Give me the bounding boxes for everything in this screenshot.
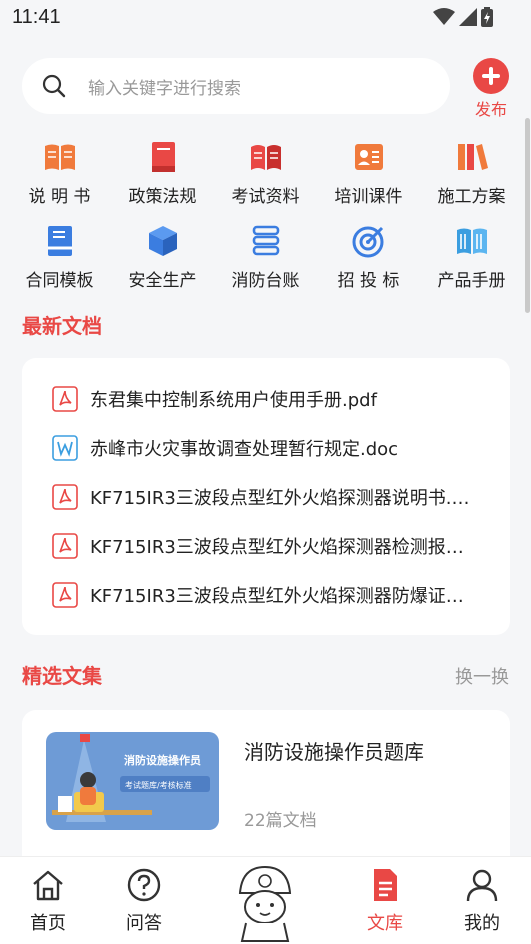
list-item[interactable]: KF715IR3三波段点型红外火焰探测器防爆证书.pdf	[22, 570, 510, 619]
category-exam[interactable]: 考试资料	[214, 140, 317, 207]
doc-name: 赤峰市火灾事故调查处理暂行规定.doc	[90, 438, 399, 460]
books-icon	[457, 144, 488, 170]
id-card-icon	[354, 144, 383, 170]
pdf-file-icon	[52, 483, 78, 510]
latest-docs-title: 最新文档	[22, 314, 102, 338]
thumb-subtitle: 考试题库/考核标准	[125, 780, 192, 790]
book-open-icon	[250, 145, 281, 170]
signal-icon	[459, 8, 477, 26]
question-icon	[127, 868, 161, 902]
featured-title: 精选文集	[22, 664, 102, 688]
battery-icon	[481, 7, 493, 27]
publish-button[interactable]: 发布	[470, 58, 512, 120]
user-icon	[466, 869, 498, 902]
category-manual[interactable]: 说 明 书	[8, 140, 111, 207]
stack-icon	[252, 225, 279, 256]
list-item[interactable]: KF715IR3三波段点型红外火焰探测器说明书.pdf	[22, 472, 510, 521]
search-input[interactable]: 输入关键字进行搜索	[22, 58, 450, 114]
tab-home[interactable]: 首页	[8, 867, 88, 935]
list-item[interactable]: KF715IR3三波段点型红外火焰探测器检测报告.pdf	[22, 521, 510, 570]
switch-button[interactable]: 换一换	[455, 663, 509, 689]
wifi-icon	[433, 8, 455, 25]
latest-docs-card: 东君集中控制系统用户使用手册.pdf 赤峰市火灾事故调查处理暂行规定.doc K…	[22, 358, 510, 635]
category-contract[interactable]: 合同模板	[8, 224, 111, 291]
pdf-file-icon	[52, 385, 78, 412]
word-file-icon	[52, 434, 78, 461]
doc-name: KF715IR3三波段点型红外火焰探测器防爆证书.pdf	[90, 585, 470, 607]
pdf-file-icon	[52, 581, 78, 608]
doc-name: KF715IR3三波段点型红外火焰探测器检测报告.pdf	[90, 536, 470, 558]
mascot-button[interactable]	[232, 863, 298, 943]
search-placeholder: 输入关键字进行搜索	[88, 79, 241, 99]
target-icon	[352, 226, 383, 258]
illustration-image: 消防设施操作员 考试题库/考核标准	[52, 734, 210, 822]
doc-name: KF715IR3三波段点型红外火焰探测器说明书.pdf	[90, 487, 470, 509]
category-grid: 说 明 书 政策法规 考试资料 培训课件 施工方案 合同模板 安全生产 消防台账…	[8, 140, 523, 291]
doc-name: 东君集中控制系统用户使用手册.pdf	[90, 389, 377, 411]
pdf-file-icon	[52, 532, 78, 559]
featured-collection-card[interactable]: 消防设施操作员 考试题库/考核标准 消防设施操作员题库 22篇文档	[22, 710, 510, 870]
status-icons	[433, 7, 493, 27]
book-open-icon	[456, 228, 487, 254]
cube-icon	[148, 226, 177, 256]
list-item[interactable]: 赤峰市火灾事故调查处理暂行规定.doc	[22, 423, 510, 472]
scrollbar[interactable]	[525, 118, 530, 313]
category-construction[interactable]: 施工方案	[420, 140, 523, 207]
book-icon	[151, 142, 175, 172]
tab-library[interactable]: 文库	[345, 867, 425, 935]
book-open-icon	[44, 144, 75, 170]
category-safety[interactable]: 安全生产	[111, 224, 214, 291]
collection-count: 22篇文档	[244, 811, 317, 831]
category-product-manual[interactable]: 产品手册	[420, 224, 523, 291]
tab-mine[interactable]: 我的	[442, 867, 522, 935]
category-policy[interactable]: 政策法规	[111, 140, 214, 207]
home-icon	[33, 870, 63, 901]
tab-qa[interactable]: 问答	[104, 867, 184, 935]
publish-label: 发布	[474, 100, 507, 119]
plus-icon	[473, 58, 509, 94]
collection-title: 消防设施操作员题库	[244, 740, 424, 764]
list-item[interactable]: 东君集中控制系统用户使用手册.pdf	[22, 374, 510, 423]
mascot-icon	[238, 865, 292, 942]
collection-thumbnail: 消防设施操作员 考试题库/考核标准	[46, 732, 219, 830]
status-bar: 11:41	[0, 0, 531, 40]
notebook-icon	[47, 226, 72, 256]
thumb-title: 消防设施操作员	[124, 753, 201, 767]
category-bidding[interactable]: 招 投 标	[317, 224, 420, 291]
category-fire-ledger[interactable]: 消防台账	[214, 224, 317, 291]
status-time: 11:41	[12, 6, 61, 28]
bottom-tab-bar: 首页 问答 文库 我的	[0, 856, 531, 944]
category-training[interactable]: 培训课件	[317, 140, 420, 207]
search-icon	[42, 74, 66, 98]
document-icon	[374, 869, 397, 901]
